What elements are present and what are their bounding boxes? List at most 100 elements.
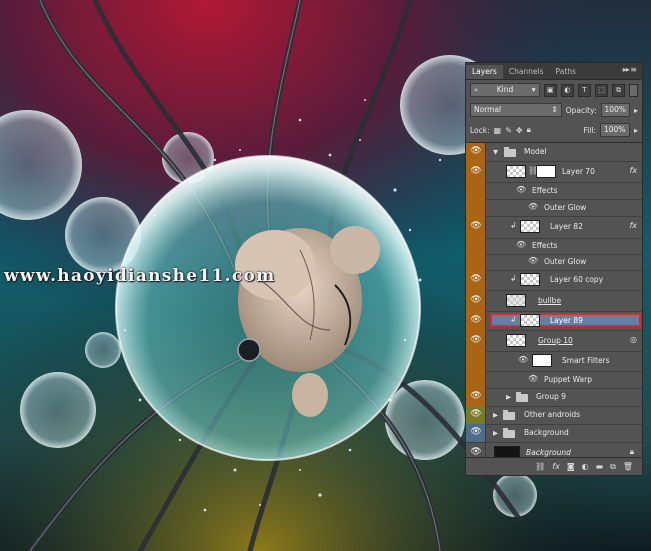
layer-thumbnail [506, 334, 526, 347]
fill-value: 100% [603, 125, 626, 134]
eye-icon[interactable]: 👁︎ [528, 256, 538, 265]
eye-icon[interactable]: 👁︎ [528, 374, 538, 383]
layers-panel: Layers Channels Paths ▸▸ ≡ ⌕ Kind ▾ ▣ ◐ … [465, 62, 643, 476]
visibility-cell[interactable]: 👁︎ [466, 290, 486, 311]
eye-icon[interactable]: 👁︎ [470, 295, 482, 305]
fx-icon[interactable]: fx [552, 462, 560, 471]
filter-kind-select[interactable]: ⌕ Kind ▾ [470, 83, 540, 97]
folder-icon [516, 392, 528, 402]
layer-name: Model [524, 147, 547, 156]
layer-name: Layer 70 [562, 167, 595, 176]
eye-icon[interactable]: 👁︎ [470, 166, 482, 176]
effect-row-outer-glow[interactable]: 👁︎ Outer Glow [466, 199, 642, 217]
layer-name: Layer 82 [550, 222, 583, 231]
lock-position-icon[interactable]: ✥ [516, 126, 523, 135]
eye-icon[interactable]: 👁︎ [470, 315, 482, 325]
eye-icon[interactable]: 👁︎ [470, 221, 482, 231]
chevron-right-icon[interactable]: ▸ [634, 126, 638, 135]
adjustment-icon[interactable]: ◐ [582, 462, 589, 471]
visibility-cell[interactable]: 👁︎ [466, 424, 486, 442]
filter-toggle[interactable] [629, 83, 639, 97]
layer-row-layer-70[interactable]: 👁︎ ⛓ Layer 70 fx [466, 161, 642, 183]
fx-icon[interactable]: fx [629, 221, 637, 230]
chevron-right-icon[interactable]: ▶ [493, 429, 498, 437]
filter-shape-icon[interactable]: ⬚ [594, 83, 609, 97]
chevron-down-icon[interactable]: ▼ [493, 148, 498, 156]
layer-row-bullbe[interactable]: 👁︎ bullbe [466, 290, 642, 312]
filter-type-icon[interactable]: T [577, 83, 591, 97]
layer-name: bullbe [538, 296, 562, 305]
folder-icon[interactable]: ▬ [596, 462, 604, 471]
folder-icon [503, 428, 515, 438]
blend-mode-select[interactable]: Normal ⇕ [470, 103, 562, 117]
visibility-cell[interactable]: 👁︎ [466, 216, 486, 238]
trash-icon[interactable]: 🗑︎ [623, 462, 633, 471]
chevron-right-icon[interactable]: ▶ [493, 411, 498, 419]
eye-icon[interactable]: 👁︎ [528, 202, 538, 211]
tab-layers[interactable]: Layers [466, 65, 503, 79]
layers-footer: ⛓ fx ◙ ◐ ▬ ⧉ 🗑︎ [466, 457, 642, 475]
filter-row-puppet-warp[interactable]: 👁︎ Puppet Warp [466, 371, 642, 389]
filter-row: ⌕ Kind ▾ ▣ ◐ T ⬚ ⧉ [466, 80, 642, 100]
lock-all-icon[interactable]: 🔒︎ [527, 125, 531, 135]
lock-label: Lock: [470, 125, 490, 135]
tab-channels[interactable]: Channels [503, 65, 550, 79]
lock-transparent-icon[interactable]: ▦ [494, 126, 502, 135]
visibility-cell [466, 182, 486, 199]
mask-icon[interactable]: ◙ [567, 462, 575, 471]
effects-row[interactable]: 👁︎ Effects [466, 238, 642, 255]
visibility-cell [466, 199, 486, 216]
filter-pixel-icon[interactable]: ▣ [543, 83, 557, 97]
eye-icon[interactable]: 👁︎ [470, 391, 482, 401]
layer-row-layer-89[interactable]: 👁︎ ↲ Layer 89 [466, 311, 642, 331]
filter-adjustment-icon[interactable]: ◐ [560, 83, 574, 97]
chevron-right-icon[interactable]: ▶ [506, 393, 511, 401]
eye-icon[interactable]: 👁︎ [518, 355, 528, 364]
eye-icon[interactable]: 👁︎ [470, 146, 482, 156]
visibility-cell[interactable]: 👁︎ [466, 388, 486, 406]
opacity-label: Opacity: [565, 105, 597, 115]
eye-icon[interactable]: 👁︎ [470, 274, 482, 284]
layer-name: Background [524, 428, 569, 437]
eye-icon[interactable]: 👁︎ [516, 240, 526, 249]
layer-thumbnail [506, 165, 526, 178]
opacity-input[interactable]: 100% [600, 103, 630, 117]
layer-row-layer-60-copy[interactable]: 👁︎ ↲ Layer 60 copy [466, 270, 642, 291]
layer-row-other-androids[interactable]: 👁︎ ▶ Other androids [466, 406, 642, 425]
layer-row-group-10[interactable]: 👁︎ Group 10 ◎ [466, 330, 642, 352]
fx-icon[interactable]: fx [629, 166, 637, 175]
eye-icon[interactable]: 👁︎ [470, 335, 482, 345]
eye-icon[interactable]: 👁︎ [470, 427, 482, 437]
fill-input[interactable]: 100% [599, 123, 630, 137]
effects-row[interactable]: 👁︎ Effects [466, 182, 642, 200]
new-layer-icon[interactable]: ⧉ [610, 462, 616, 472]
chevron-updown-icon: ⇕ [551, 105, 558, 114]
visibility-cell[interactable]: 👁︎ [466, 330, 486, 351]
layer-row-group-9[interactable]: 👁︎ ▶ Group 9 [466, 388, 642, 407]
layer-row-background-group[interactable]: 👁︎ ▶ Background [466, 424, 642, 443]
visibility-cell[interactable]: 👁︎ [466, 270, 486, 290]
lock-image-icon[interactable]: ✎ [505, 126, 512, 135]
eye-icon[interactable]: 👁︎ [470, 409, 482, 419]
layer-thumbnail [506, 294, 526, 307]
layer-row-layer-82[interactable]: 👁︎ ↲ Layer 82 fx [466, 216, 642, 239]
smart-filters-row[interactable]: 👁︎ Smart Filters [466, 351, 642, 372]
effect-row-outer-glow[interactable]: 👁︎ Outer Glow [466, 254, 642, 271]
eye-icon[interactable]: 👁︎ [516, 185, 526, 194]
layer-name: Background [526, 448, 571, 457]
filter-smart-object-icon[interactable]: ⧉ [612, 83, 626, 97]
visibility-cell[interactable]: 👁︎ [466, 406, 486, 424]
visibility-cell[interactable]: 👁︎ [466, 143, 486, 161]
visibility-cell[interactable]: 👁︎ [466, 311, 486, 330]
tab-paths[interactable]: Paths [550, 65, 582, 79]
visibility-cell [466, 238, 486, 254]
visibility-cell[interactable]: 👁︎ [466, 161, 486, 182]
chevron-right-icon[interactable]: ▸ [634, 106, 638, 115]
layer-thumbnail [520, 273, 540, 286]
watermark-text: www.haoyidianshe11.com [4, 266, 276, 286]
link-icon[interactable]: ⛓ [535, 462, 545, 471]
panel-menu-icon[interactable]: ▸▸ ≡ [623, 65, 637, 74]
eye-icon[interactable]: 👁︎ [470, 447, 482, 457]
layer-row-model[interactable]: 👁︎ ▼ Model [466, 143, 642, 162]
effects-label: Effects [532, 241, 558, 250]
